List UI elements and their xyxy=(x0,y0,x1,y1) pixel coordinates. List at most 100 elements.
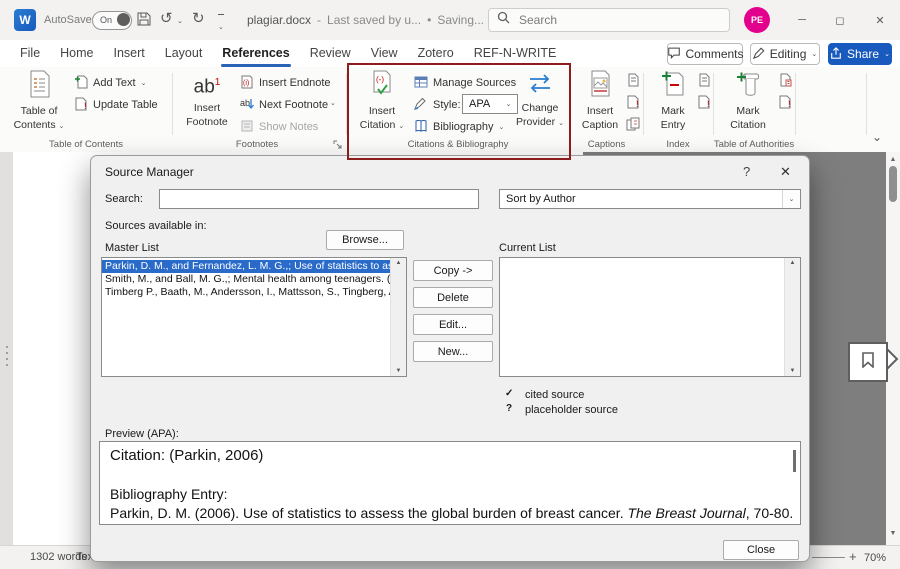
ribbon-collapse-icon[interactable]: ⌄ xyxy=(872,130,882,144)
add-text-button[interactable]: Add Text ⌄ xyxy=(74,73,146,93)
search-input[interactable] xyxy=(517,12,701,28)
tab-review[interactable]: Review xyxy=(300,40,361,67)
insert-table-of-authorities-icon[interactable] xyxy=(778,73,792,92)
insert-footnote-icon: ab1 xyxy=(193,76,221,98)
update-table-of-authorities-icon[interactable]: ! xyxy=(778,95,792,114)
share-button[interactable]: Share ⌄ xyxy=(828,43,892,65)
insert-citation-button[interactable]: (-) Insert Citation ⌄ xyxy=(355,70,409,131)
tab-references[interactable]: References xyxy=(212,40,299,67)
master-list-scrollbar[interactable]: ▲ ▼ xyxy=(390,258,406,376)
svg-text:!: ! xyxy=(84,101,87,111)
preview-citation: Citation: (Parkin, 2006) xyxy=(110,447,264,464)
tab-zotero[interactable]: Zotero xyxy=(408,40,464,67)
group-label-captions: Captions xyxy=(587,139,626,150)
zoom-level[interactable]: 70% xyxy=(864,552,886,564)
master-list-item[interactable]: Parkin, D. M., and Fernandez, L. M. G.,;… xyxy=(102,260,391,273)
cross-reference-icon[interactable] xyxy=(626,117,640,136)
insert-endnote-button[interactable]: (i) Insert Endnote xyxy=(240,73,331,93)
bibliography-button[interactable]: Bibliography ⌄ xyxy=(414,117,504,137)
current-list-label: Current List xyxy=(499,242,556,254)
new-button[interactable]: New... xyxy=(413,341,493,362)
style-select[interactable]: APA ⌄ xyxy=(462,94,518,114)
insert-footnote-button[interactable]: ab1 Insert Footnote xyxy=(180,70,234,128)
master-list-item[interactable]: Timberg P., Baath, M., Andersson, I., Ma… xyxy=(102,286,391,299)
table-of-contents-button[interactable]: Table of Contents ⌄ xyxy=(10,70,68,131)
mark-citation-button[interactable]: Mark Citation xyxy=(722,70,774,131)
scrollbar-up-icon[interactable]: ▲ xyxy=(391,260,406,266)
tab-layout[interactable]: Layout xyxy=(155,40,213,67)
edit-button[interactable]: Edit... xyxy=(413,314,493,335)
current-list-scrollbar[interactable]: ▲ ▼ xyxy=(784,258,800,376)
chevron-down-icon: ⌄ xyxy=(811,50,818,58)
last-saved-status[interactable]: Last saved by u... xyxy=(327,13,421,27)
save-icon[interactable] xyxy=(136,11,152,32)
update-index-icon[interactable]: ! xyxy=(697,95,711,114)
dialog-close-icon[interactable]: ✕ xyxy=(780,164,791,180)
svg-text:!: ! xyxy=(788,99,791,109)
insert-table-of-figures-icon[interactable] xyxy=(626,73,640,92)
pane-drag-handle[interactable] xyxy=(6,346,8,366)
tab-file[interactable]: File xyxy=(10,40,50,67)
close-dialog-button[interactable]: Close xyxy=(723,540,799,560)
scrollbar-up-icon[interactable]: ▲ xyxy=(886,156,900,163)
source-manager-dialog: Source Manager ? ✕ Search: Sort by Autho… xyxy=(90,155,810,562)
scrollbar-down-icon[interactable]: ▼ xyxy=(886,530,900,537)
dialog-help-button[interactable]: ? xyxy=(743,164,750,179)
preview-scrollbar-thumb[interactable] xyxy=(793,450,796,472)
search-box[interactable] xyxy=(488,8,730,32)
sort-dropdown[interactable]: Sort by Author ⌄ xyxy=(499,189,801,209)
tab-view[interactable]: View xyxy=(361,40,408,67)
preview-box: Citation: (Parkin, 2006) Bibliography En… xyxy=(99,441,801,525)
redo-icon[interactable]: ↻ xyxy=(192,9,205,27)
close-button[interactable]: ✕ xyxy=(863,0,897,40)
master-list[interactable]: Parkin, D. M., and Fernandez, L. M. G.,;… xyxy=(101,257,407,377)
undo-icon[interactable]: ↺ xyxy=(160,9,173,27)
document-title: plagiar.docx xyxy=(247,13,312,27)
tab-home[interactable]: Home xyxy=(50,40,103,67)
maximize-button[interactable]: ◻ xyxy=(823,0,857,40)
scrollbar-down-icon[interactable]: ▼ xyxy=(785,368,800,374)
sources-available-label: Sources available in: xyxy=(105,220,207,232)
change-provider-button[interactable]: Change Provider ⌄ xyxy=(512,70,568,128)
svg-text:!: ! xyxy=(636,99,639,109)
next-footnote-dropdown-icon[interactable]: ⌄ xyxy=(330,100,336,107)
editing-dropdown-button[interactable]: Editing ⌄ xyxy=(750,43,820,65)
master-list-item[interactable]: Smith, M., and Ball, M. G.,; Mental heal… xyxy=(102,273,391,286)
scrollbar-down-icon[interactable]: ▼ xyxy=(391,368,406,374)
bookmark-flag-button[interactable] xyxy=(848,342,888,382)
comments-button[interactable]: Comments xyxy=(667,43,744,65)
chevron-down-icon: ⌄ xyxy=(140,79,147,87)
update-table-of-figures-icon[interactable]: ! xyxy=(626,95,640,114)
next-footnote-button[interactable]: ab Next Footnote xyxy=(240,95,328,115)
scrollbar-up-icon[interactable]: ▲ xyxy=(785,260,800,266)
group-label-footnotes: Footnotes xyxy=(235,139,279,150)
insert-citation-icon: (-) xyxy=(370,70,394,103)
zoom-in-button[interactable]: + xyxy=(849,549,857,564)
group-label-table-of-authorities: Table of Authorities xyxy=(713,139,795,150)
dialog-search-input[interactable] xyxy=(159,189,479,209)
mark-entry-button[interactable]: Mark Entry xyxy=(650,70,696,131)
tab-insert[interactable]: Insert xyxy=(104,40,155,67)
browse-button[interactable]: Browse... xyxy=(326,230,404,250)
insert-caption-button[interactable]: Insert Caption xyxy=(576,70,624,131)
chevron-down-icon: ⌄ xyxy=(884,50,890,58)
update-table-icon: ! xyxy=(74,97,88,114)
update-table-button[interactable]: ! Update Table xyxy=(74,95,158,115)
placeholder-question-icon: ? xyxy=(506,403,513,414)
undo-dropdown-icon[interactable]: ⌄ xyxy=(177,18,183,25)
manage-sources-button[interactable]: Manage Sources xyxy=(414,73,516,93)
current-list[interactable]: ▲ ▼ xyxy=(499,257,801,377)
zoom-slider[interactable] xyxy=(812,557,845,558)
delete-button[interactable]: Delete xyxy=(413,287,493,308)
scrollbar-thumb[interactable] xyxy=(889,166,897,202)
svg-text:(i): (i) xyxy=(243,80,249,87)
minimize-button[interactable]: ─ xyxy=(785,0,819,40)
bookmark-icon xyxy=(862,351,874,373)
insert-index-icon[interactable] xyxy=(697,73,711,92)
qat-overflow-icon[interactable]: ⌄ xyxy=(218,14,224,34)
tab-ref-n-write[interactable]: REF-N-WRITE xyxy=(464,40,567,67)
title-separator: - xyxy=(317,13,322,27)
copy-button[interactable]: Copy -> xyxy=(413,260,493,281)
avatar[interactable]: PE xyxy=(744,7,770,33)
autosave-toggle[interactable]: On xyxy=(92,11,132,30)
